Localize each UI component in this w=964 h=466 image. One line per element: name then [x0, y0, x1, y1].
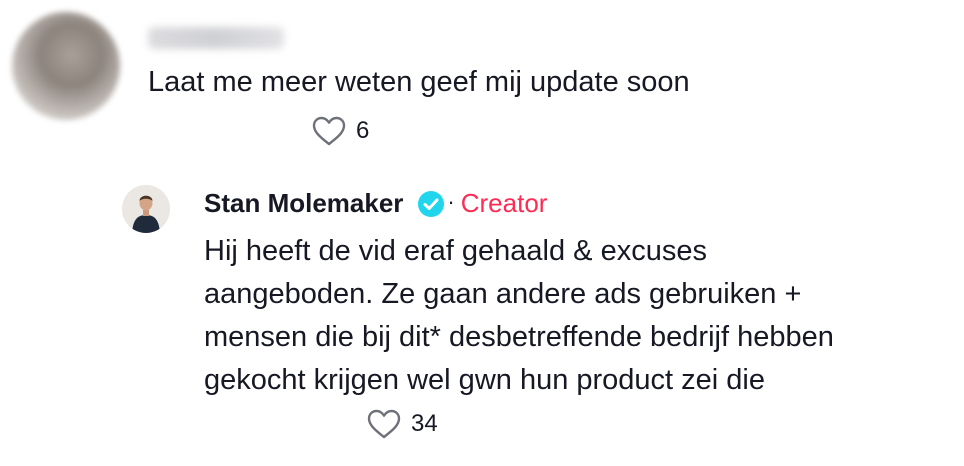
commenter-avatar[interactable]	[12, 12, 120, 120]
commenter-username-redacted[interactable]	[148, 27, 284, 49]
header-separator: ·	[447, 188, 455, 214]
comment-like-row: 6	[312, 116, 369, 146]
reply-text-line: mensen die bij dit* desbetreffende bedri…	[204, 321, 834, 353]
reply-like-row: 34	[367, 409, 438, 439]
reply-like-count: 34	[411, 410, 438, 437]
reply-text-line: aangeboden. Ze gaan andere ads gebruiken…	[204, 278, 802, 310]
creator-label: Creator	[460, 188, 548, 218]
reply-author-name[interactable]: Stan Molemaker	[204, 188, 403, 219]
verified-badge-icon	[418, 190, 445, 217]
reply-author-avatar[interactable]	[122, 185, 170, 233]
reply-text: Hij heeft de vid eraf gehaald & excuses …	[204, 230, 944, 402]
reply-text-line: gekocht krijgen wel gwn hun product zei …	[204, 364, 765, 396]
reply-text-line: Hij heeft de vid eraf gehaald & excuses	[204, 235, 707, 267]
comment-text: Laat me meer weten geef mij update soon	[148, 66, 690, 98]
heart-outline-icon[interactable]	[367, 409, 401, 439]
comment-like-count: 6	[356, 117, 370, 144]
reply-header: Stan Molemaker · Creator	[204, 188, 547, 219]
heart-outline-icon[interactable]	[312, 116, 346, 146]
